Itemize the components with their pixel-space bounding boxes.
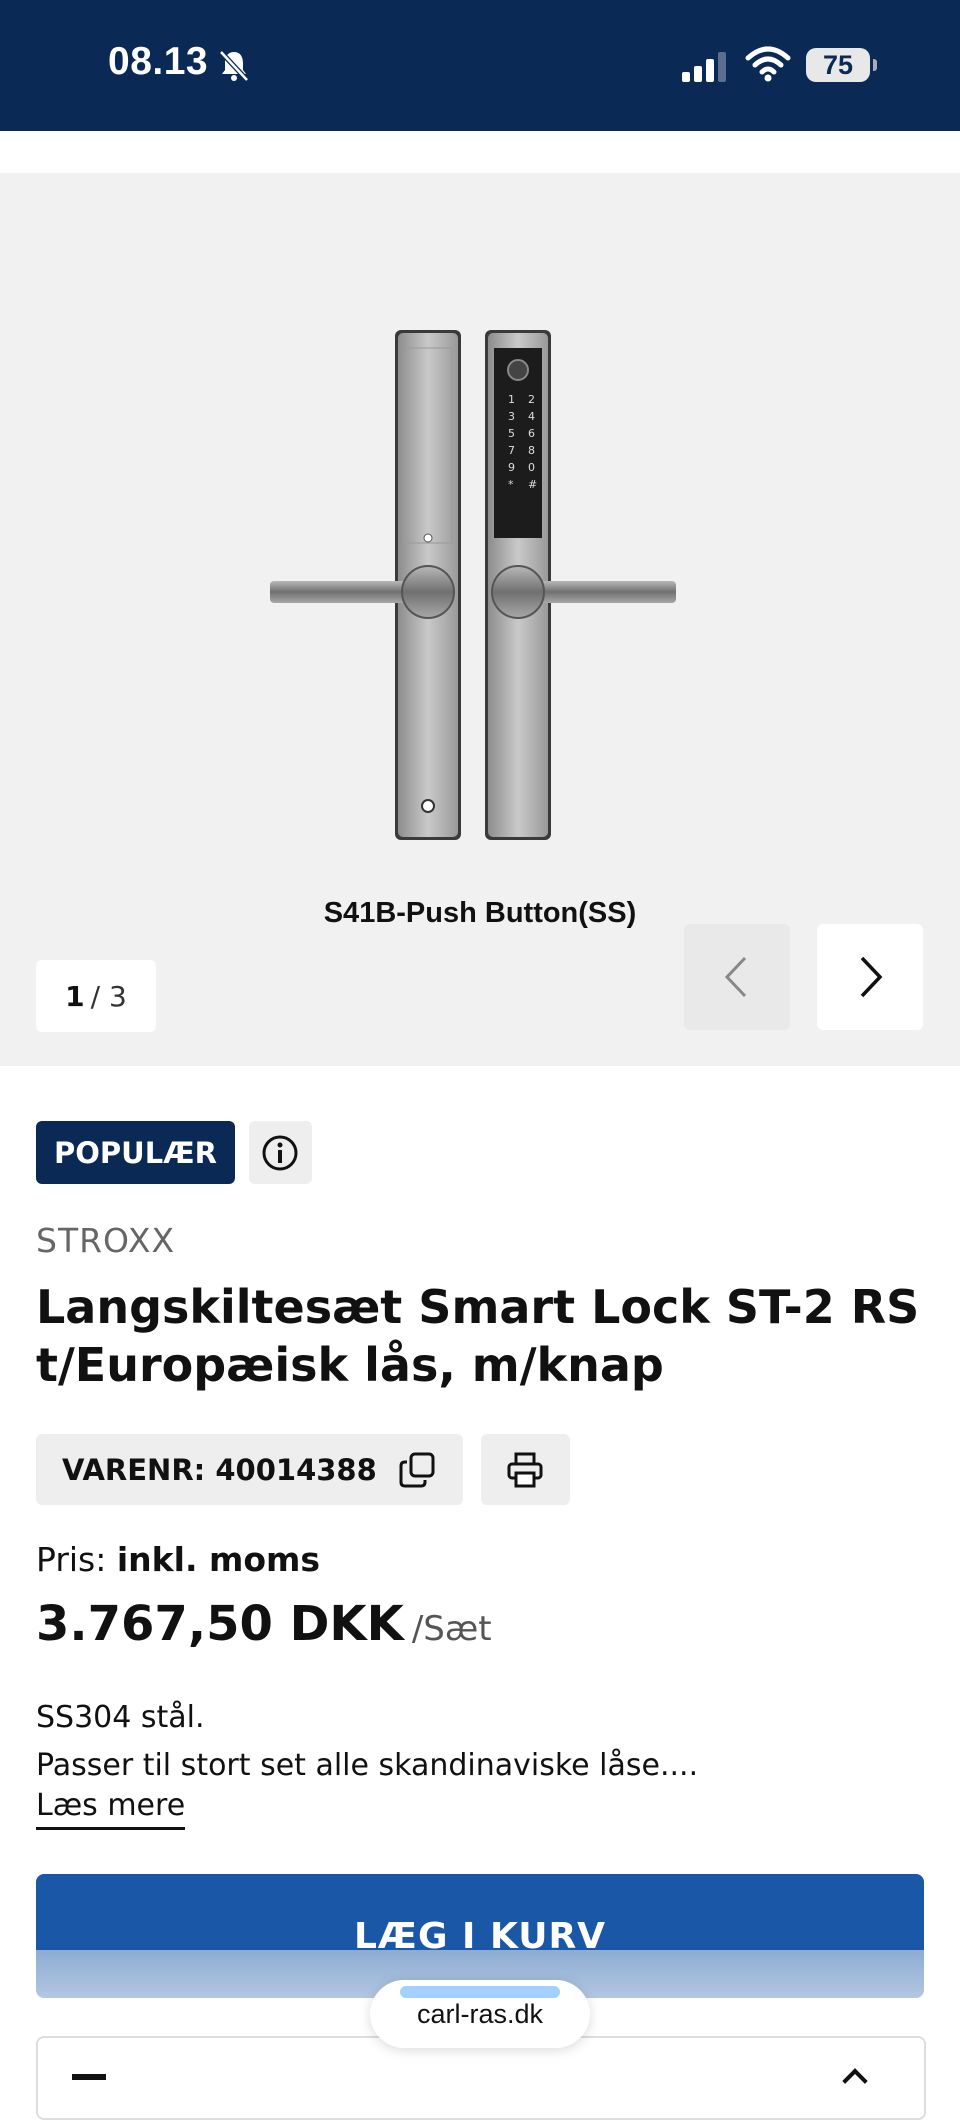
product-price: 3.767,50 DKK/Sæt xyxy=(36,1596,492,1652)
gallery-counter-current: 1 xyxy=(65,979,85,1013)
browser-url: carl-ras.dk xyxy=(416,1998,544,2029)
product-description: SS304 stål. Passer til stort set alle sk… xyxy=(36,1694,698,1790)
print-button[interactable] xyxy=(480,1434,570,1505)
info-icon xyxy=(262,1135,298,1170)
copy-sku-button[interactable]: VARENR: 40014388 xyxy=(36,1434,463,1505)
list-icon xyxy=(72,2074,106,2080)
signal-icon xyxy=(682,52,726,82)
chevron-up-icon xyxy=(842,2068,868,2094)
product-brand[interactable]: STROXX xyxy=(36,1221,175,1260)
copy-icon xyxy=(399,1452,435,1487)
product-actions: VARENR: 40014388 xyxy=(36,1434,570,1505)
info-button[interactable] xyxy=(248,1121,312,1184)
battery-nub xyxy=(873,59,877,71)
gallery-prev-button[interactable] xyxy=(684,924,790,1030)
price-label: Pris: inkl. moms xyxy=(36,1540,320,1579)
popular-badge: POPULÆR xyxy=(36,1121,235,1184)
partial-accordion-card[interactable] xyxy=(36,2036,926,2120)
keypad-key: 1 xyxy=(508,393,515,406)
keypad-key: 5 xyxy=(508,427,515,440)
header-spacer xyxy=(0,131,960,173)
price-unit: /Sæt xyxy=(411,1609,492,1649)
keypad-key: 4 xyxy=(528,410,535,423)
badge-row: POPULÆR xyxy=(36,1121,312,1184)
gallery-next-button[interactable] xyxy=(817,924,923,1030)
description-line-1: SS304 stål. xyxy=(36,1700,205,1735)
product-image: 1 23 45 67 89 0 * # xyxy=(270,330,676,840)
gallery-counter-total: / 3 xyxy=(90,979,127,1013)
product-title: Langskiltesæt Smart Lock ST-2 RS t/Europ… xyxy=(36,1280,920,1392)
printer-icon xyxy=(507,1452,543,1487)
chevron-right-icon xyxy=(860,956,883,998)
bell-muted-icon xyxy=(219,50,249,82)
url-bar-glow xyxy=(400,1986,560,1998)
battery-level: 75 xyxy=(822,49,854,80)
description-line-2: Passer til stort set alle skandinaviske … xyxy=(36,1748,699,1783)
keypad-key: 7 xyxy=(508,444,515,457)
keypad-key: 2 xyxy=(528,393,535,406)
battery-indicator: 75 xyxy=(806,48,877,82)
keypad-key: # xyxy=(528,478,537,491)
browser-url-bar[interactable]: carl-ras.dk xyxy=(370,1980,590,2048)
gallery-counter: 1 / 3 xyxy=(36,960,156,1032)
keypad-key: 6 xyxy=(528,427,535,440)
price-label-vat: inkl. moms xyxy=(116,1540,321,1579)
status-time: 08.13 xyxy=(108,40,209,83)
keypad-key: 0 xyxy=(528,461,535,474)
keypad-key: 8 xyxy=(528,444,535,457)
wifi-icon xyxy=(745,46,791,82)
product-gallery[interactable]: 1 2 3 4 5 6 7 8 9 0 * # S41B-Push Button(SS) 1 / 3 xyxy=(0,173,960,1066)
sku-label: VARENR: 40014388 xyxy=(62,1452,377,1487)
status-bar: 08.13 75 xyxy=(0,0,960,131)
read-more-link[interactable]: Læs mere xyxy=(36,1788,186,1830)
image-caption: S41B-Push Button(SS) xyxy=(323,897,637,929)
price-value: 3.767,50 DKK xyxy=(36,1596,404,1652)
keypad-key: 3 xyxy=(508,410,515,423)
chevron-left-icon xyxy=(724,956,747,998)
keypad-key: 9 xyxy=(508,461,515,474)
price-label-prefix: Pris: xyxy=(36,1540,107,1579)
keypad-key: * xyxy=(508,478,514,491)
